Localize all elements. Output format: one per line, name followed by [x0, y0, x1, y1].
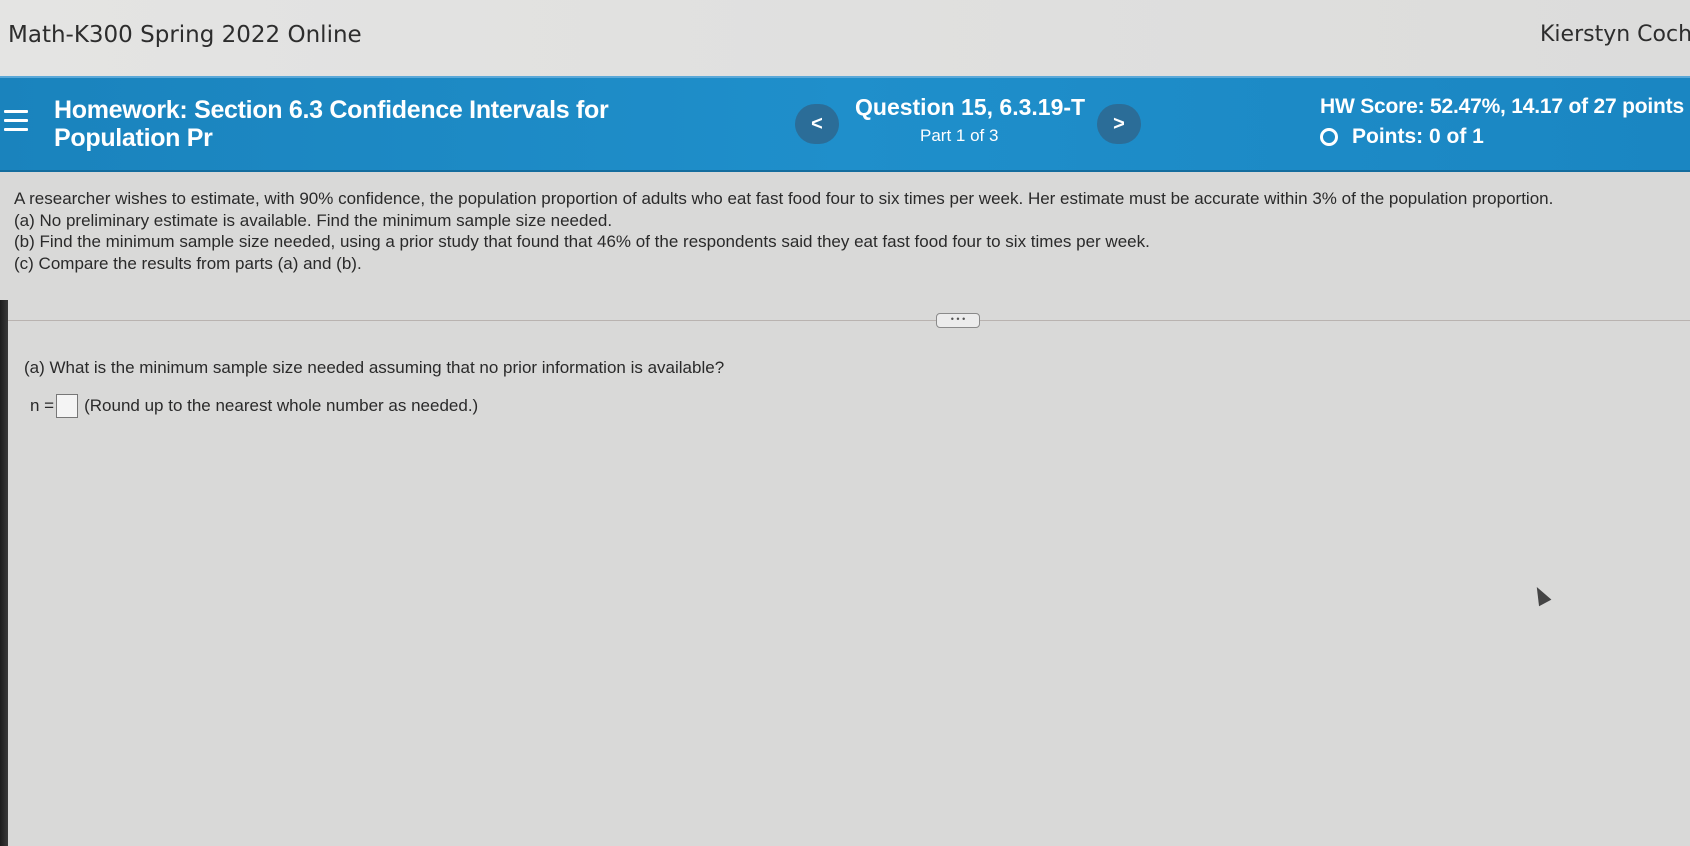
user-name[interactable]: Kierstyn Cochr: [1540, 22, 1690, 47]
problem-line: (a) No preliminary estimate is available…: [14, 210, 613, 230]
homework-title-line2: Population Pr: [54, 124, 213, 152]
rounding-hint: (Round up to the nearest whole number as…: [84, 396, 479, 415]
points-text: Points: 0 of 1: [1352, 125, 1484, 148]
problem-statement: A researcher wishes to estimate, with 90…: [14, 188, 1553, 274]
problem-line: A researcher wishes to estimate, with 90…: [14, 189, 1554, 208]
problem-line: (b) Find the minimum sample size needed,…: [14, 232, 1150, 251]
question-prompt: (a) What is the minimum sample size need…: [24, 358, 725, 377]
expand-handle-icon[interactable]: • • •: [936, 313, 980, 328]
empty-circle-icon: [1320, 128, 1338, 146]
question-content: A researcher wishes to estimate, with 90…: [8, 170, 1690, 846]
previous-question-button[interactable]: <: [795, 104, 839, 144]
answer-row: n = (Round up to the nearest whole numbe…: [30, 394, 478, 418]
course-bar: Math-K300 Spring 2022 Online Kierstyn Co…: [0, 0, 1690, 76]
hw-score: HW Score: 52.47%, 14.17 of 27 points: [1320, 95, 1684, 118]
sample-size-input[interactable]: [56, 394, 79, 418]
hamburger-icon[interactable]: [4, 110, 28, 132]
section-divider: [8, 320, 1690, 321]
homework-header: Homework: Section 6.3 Confidence Interva…: [0, 76, 1690, 172]
n-label: n =: [30, 396, 55, 415]
screen-bezel: [0, 300, 8, 846]
homework-title-line1: Homework: Section 6.3 Confidence Interva…: [54, 96, 609, 124]
question-part: Part 1 of 3: [920, 126, 999, 145]
question-title: Question 15, 6.3.19-T: [855, 94, 1086, 120]
next-question-button[interactable]: >: [1097, 104, 1141, 144]
course-title[interactable]: Math-K300 Spring 2022 Online: [8, 22, 362, 48]
homework-title: Homework: Section 6.3 Confidence Interva…: [54, 96, 674, 152]
problem-line: (c) Compare the results from parts (a) a…: [14, 253, 362, 273]
points-row: Points: 0 of 1: [1320, 125, 1484, 149]
